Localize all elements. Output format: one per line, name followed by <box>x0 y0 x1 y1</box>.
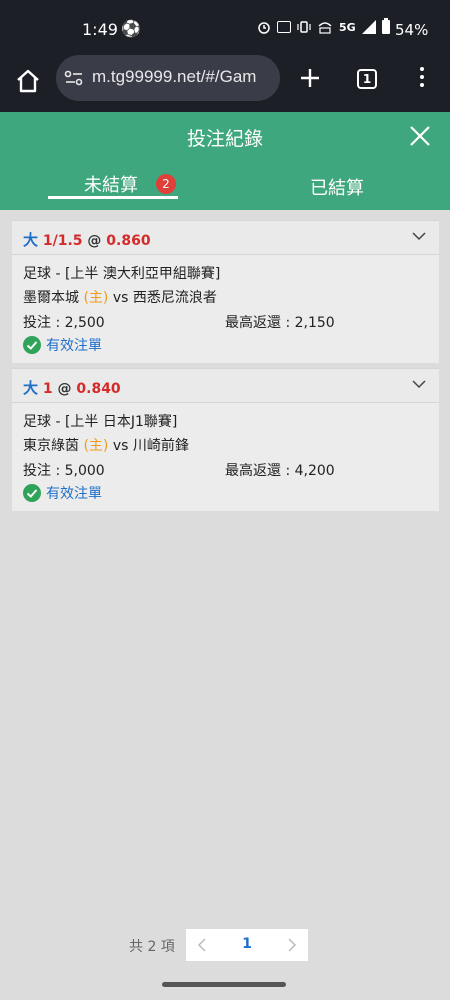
bet-selection: 大 1/1.5 @ 0.860 <box>23 229 151 250</box>
new-tab-icon[interactable] <box>298 66 322 90</box>
match-teams: 東京綠茵 (主) vs 川崎前鋒 <box>23 435 189 455</box>
vs-text: vs <box>112 290 129 306</box>
tab-settled[interactable]: 已結算 <box>300 162 380 210</box>
home-team: 墨爾本城 <box>23 290 79 306</box>
bet-card: 大 1/1.5 @ 0.860 足球 - [上半 澳大利亞甲組聯賽] 墨爾本城 … <box>12 220 439 363</box>
bet-card-body: 足球 - [上半 澳大利亞甲組聯賽] 墨爾本城 (主) vs 西悉尼流浪者 投注… <box>12 255 439 363</box>
battery-percent: 54% <box>395 21 429 39</box>
gesture-home-bar[interactable] <box>162 982 286 987</box>
active-tab-indicator <box>48 196 178 199</box>
tab-bar: 未結算 2 已結算 <box>0 162 450 210</box>
home-tag: (主) <box>83 438 109 454</box>
tab-switcher-button[interactable]: 1 <box>357 69 377 89</box>
bet-odds: 0.860 <box>106 233 151 249</box>
auto-rotate-icon <box>277 21 291 33</box>
chevron-right-icon[interactable] <box>286 937 298 953</box>
bet-odds: 0.840 <box>76 381 121 397</box>
bet-selection: 大 1 @ 0.840 <box>23 377 121 398</box>
soccer-ball-icon: ⚽ <box>121 19 141 38</box>
home-team: 東京綠茵 <box>23 438 79 454</box>
close-icon[interactable] <box>408 124 432 148</box>
address-bar[interactable]: m.tg99999.net/#/Gam <box>56 55 280 101</box>
bet-at: @ <box>87 233 102 249</box>
sport-league: 足球 - [上半 日本J1聯賽] <box>23 414 178 430</box>
url-text[interactable]: m.tg99999.net/#/Gam <box>92 67 272 87</box>
page-title: 投注紀錄 <box>186 128 263 150</box>
network-type: 5G <box>339 20 356 34</box>
site-settings-icon[interactable] <box>64 69 84 87</box>
max-return: 最高返還 : 4,200 <box>225 463 335 479</box>
vibrate-icon <box>297 21 311 33</box>
match-teams: 墨爾本城 (主) vs 西悉尼流浪者 <box>23 287 217 307</box>
sport-league: 足球 - [上半 澳大利亞甲組聯賽] <box>23 266 221 282</box>
tab-pending[interactable]: 未結算 2 <box>48 162 178 210</box>
max-return: 最高返還 : 2,150 <box>225 315 335 331</box>
alarm-icon <box>258 22 270 34</box>
wifi-calling-icon <box>318 22 332 34</box>
bet-status: 有效注單 <box>23 335 102 355</box>
vs-text: vs <box>112 438 129 454</box>
bet-side: 大 <box>23 379 39 397</box>
pending-count-badge: 2 <box>156 174 176 194</box>
bet-card-header[interactable]: 大 1 @ 0.840 <box>12 369 439 403</box>
stake: 投注 : 2,500 <box>23 315 105 331</box>
page-header: 投注紀錄 <box>0 112 450 162</box>
pagination-total: 共 2 項 <box>129 939 175 955</box>
status-bar: 1:49 ⚽ 5G 54% <box>0 0 450 60</box>
bet-card: 大 1 @ 0.840 足球 - [上半 日本J1聯賽] 東京綠茵 (主) vs… <box>12 368 439 511</box>
bet-card-header[interactable]: 大 1/1.5 @ 0.860 <box>12 221 439 255</box>
bet-line: 1 <box>42 381 53 397</box>
status-time: 1:49 <box>82 20 118 39</box>
stake: 投注 : 5,000 <box>23 463 105 479</box>
browser-menu-icon[interactable] <box>418 67 426 91</box>
battery-icon <box>381 18 390 34</box>
away-team: 川崎前鋒 <box>132 438 189 454</box>
status-icons: 5G <box>257 18 390 34</box>
bet-line: 1/1.5 <box>42 233 83 249</box>
chevron-down-icon[interactable] <box>412 379 426 389</box>
bet-at: @ <box>57 381 72 397</box>
check-circle-icon <box>23 336 41 354</box>
chevron-down-icon[interactable] <box>412 231 426 241</box>
bet-status-text: 有效注單 <box>46 338 102 354</box>
tab-pending-label: 未結算 <box>84 175 138 196</box>
bet-status-text: 有效注單 <box>46 486 102 502</box>
browser-toolbar: m.tg99999.net/#/Gam 1 <box>0 55 450 112</box>
home-tag: (主) <box>83 290 109 306</box>
check-circle-icon <box>23 484 41 502</box>
pagination: 共 2 項 1 <box>0 929 450 961</box>
home-icon[interactable] <box>14 67 42 95</box>
bet-status: 有效注單 <box>23 483 102 503</box>
bet-card-body: 足球 - [上半 日本J1聯賽] 東京綠茵 (主) vs 川崎前鋒 投注 : 5… <box>12 403 439 511</box>
tab-settled-label: 已結算 <box>310 178 364 199</box>
signal-icon <box>361 20 376 34</box>
bet-side: 大 <box>23 231 39 249</box>
away-team: 西悉尼流浪者 <box>132 290 217 306</box>
pagination-controls: 1 <box>186 929 308 961</box>
